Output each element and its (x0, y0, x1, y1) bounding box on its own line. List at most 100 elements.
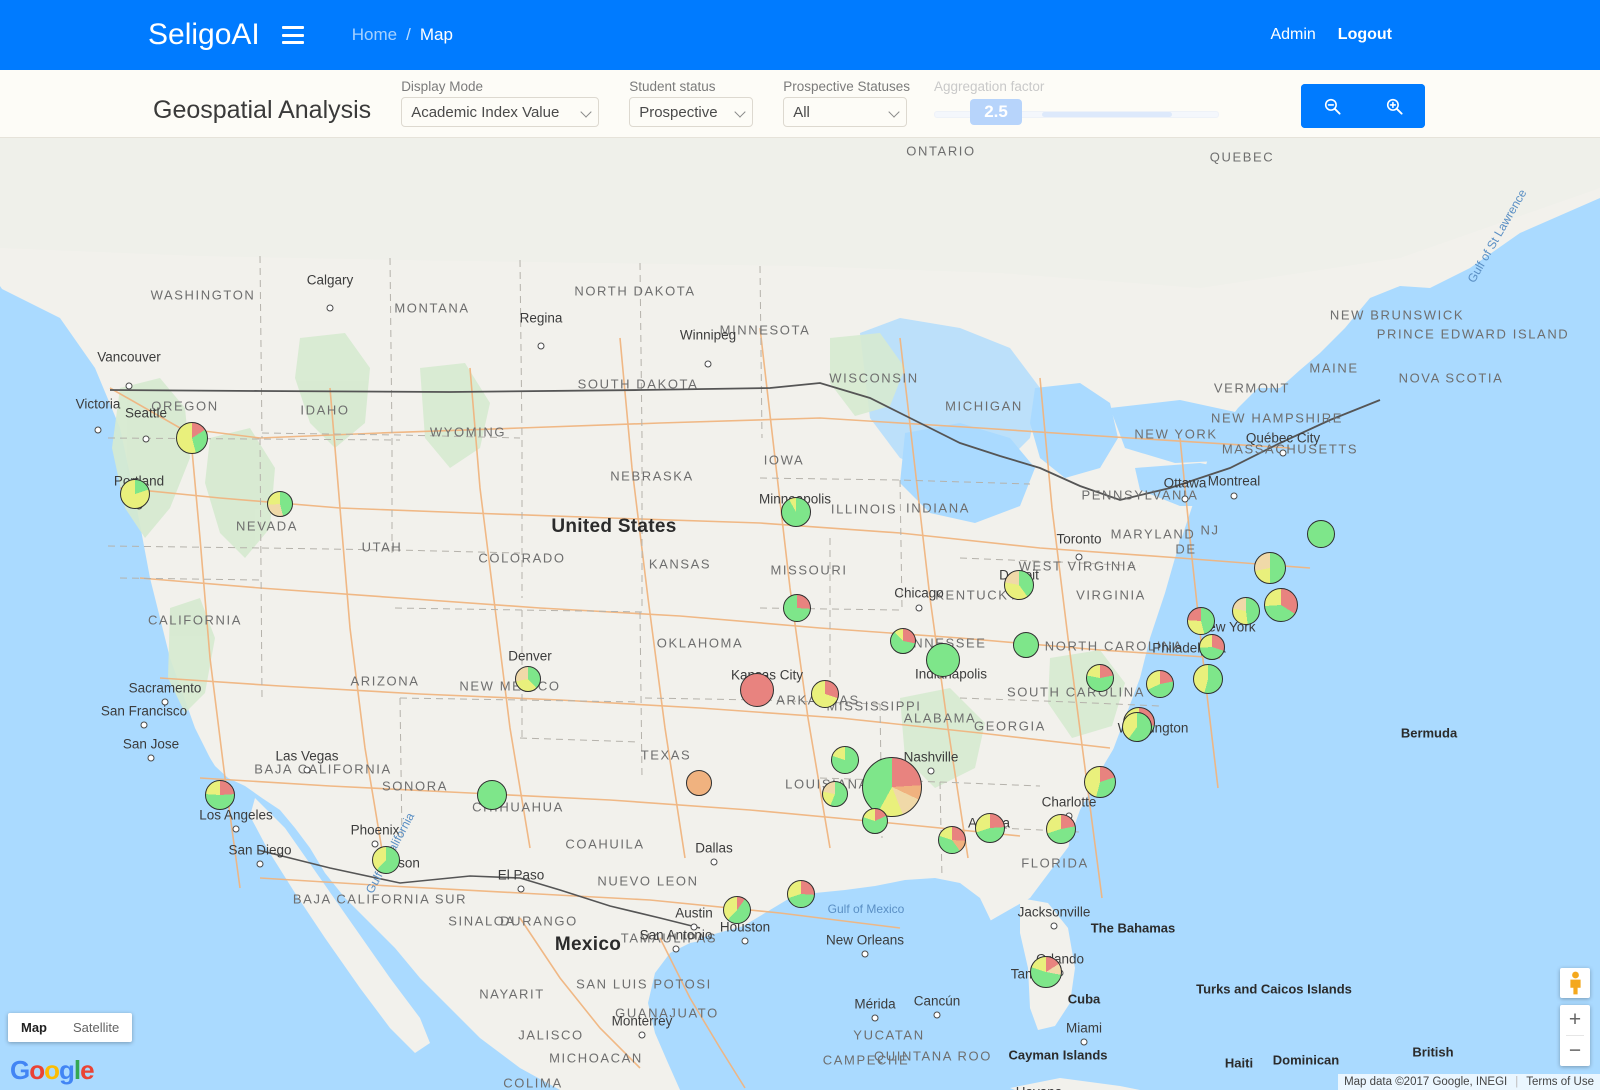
map-pie-marker[interactable] (1187, 607, 1215, 635)
attribution-text: Map data ©2017 Google, INEGI (1344, 1076, 1508, 1088)
map-pie-marker[interactable] (686, 770, 712, 796)
city-marker-dot (915, 604, 923, 612)
city-marker-dot (326, 304, 334, 312)
map-pie-marker[interactable] (205, 780, 235, 810)
map-pie-marker[interactable] (372, 846, 400, 874)
city-marker-dot (371, 840, 379, 848)
map-pie-marker[interactable] (1254, 552, 1286, 584)
map-zoom-out-button[interactable]: − (1560, 1036, 1590, 1066)
map-pie-marker[interactable] (477, 780, 507, 810)
city-marker-dot (871, 1014, 879, 1022)
map-pie-marker[interactable] (1013, 632, 1039, 658)
map-pie-marker[interactable] (1264, 588, 1298, 622)
city-marker-dot (861, 950, 869, 958)
map-pie-marker[interactable] (1199, 634, 1225, 660)
city-marker-dot (232, 825, 240, 833)
map-pie-marker[interactable] (740, 673, 774, 707)
map-pie-marker[interactable] (926, 643, 960, 677)
zoom-in-button[interactable] (1363, 84, 1426, 128)
city-marker-dot (927, 767, 935, 775)
map-pie-marker[interactable] (176, 422, 208, 454)
map-pie-marker[interactable] (811, 680, 839, 708)
city-marker-dot (710, 858, 718, 866)
city-marker-dot (1050, 922, 1058, 930)
map-pie-marker[interactable] (1084, 766, 1116, 798)
terms-of-use-link[interactable]: Terms of Use (1526, 1076, 1594, 1088)
aggregation-factor-label: Aggregation factor (934, 79, 1045, 94)
map-pie-marker[interactable] (1046, 814, 1076, 844)
city-marker-dot (690, 923, 698, 931)
map-pie-marker[interactable] (1004, 570, 1034, 600)
map-type-control[interactable]: Map Satellite (8, 1013, 133, 1042)
city-marker-dot (140, 721, 148, 729)
city-marker-dot (125, 382, 133, 390)
map-type-satellite[interactable]: Satellite (60, 1013, 132, 1042)
map-zoom-button-group (1301, 84, 1426, 128)
zoom-out-button[interactable] (1301, 84, 1364, 128)
city-marker-dot (933, 1011, 941, 1019)
map-pie-marker[interactable] (1146, 670, 1174, 698)
map-zoom-in-button[interactable]: + (1560, 1005, 1590, 1035)
slider-fill (1042, 112, 1173, 117)
city-marker-dot (1075, 553, 1083, 561)
display-mode-select[interactable]: Academic Index Value (401, 97, 600, 127)
map-pie-marker[interactable] (1030, 956, 1062, 988)
city-marker-dot (1181, 495, 1189, 503)
aggregation-factor-group: Aggregation factor 2.5 (934, 79, 1220, 127)
city-marker-dot (672, 945, 680, 953)
display-mode-label: Display Mode (401, 79, 483, 94)
city-marker-dot (1230, 492, 1238, 500)
map-attribution: Map data ©2017 Google, INEGI | Terms of … (1338, 1074, 1600, 1090)
city-marker-dot (142, 435, 150, 443)
map-pie-marker[interactable] (787, 880, 815, 908)
map-pie-marker[interactable] (783, 594, 811, 622)
city-marker-dot (741, 937, 749, 945)
prospective-statuses-label: Prospective Statuses (783, 79, 911, 94)
map-pie-marker[interactable] (831, 746, 859, 774)
city-marker-dot (256, 860, 264, 868)
aggregation-factor-slider[interactable]: 2.5 (934, 97, 1220, 127)
map-pie-marker[interactable] (938, 826, 966, 854)
map-pie-marker[interactable] (822, 781, 848, 807)
map-pie-marker[interactable] (1086, 664, 1114, 692)
prospective-statuses-select[interactable]: All (783, 97, 908, 127)
breadcrumb-current: Map (419, 25, 453, 44)
city-marker-dot (638, 1031, 646, 1039)
map-pie-marker[interactable] (1193, 664, 1223, 694)
street-view-pegman-icon[interactable] (1560, 968, 1590, 998)
map-pie-marker[interactable] (890, 628, 916, 654)
map-pie-marker[interactable] (267, 491, 293, 517)
city-marker-dot (537, 342, 545, 350)
map-pie-marker[interactable] (1122, 712, 1152, 742)
breadcrumb-separator: / (406, 25, 411, 44)
map-pie-marker[interactable] (1307, 520, 1335, 548)
map-pie-marker[interactable] (975, 813, 1005, 843)
map-pie-marker[interactable] (515, 666, 541, 692)
attribution-divider: | (1515, 1076, 1519, 1088)
breadcrumb-home[interactable]: Home (352, 25, 397, 45)
map-type-map[interactable]: Map (8, 1013, 60, 1042)
map-zoom-control[interactable]: + − (1560, 1005, 1590, 1066)
google-logo: Google (10, 1055, 95, 1085)
nav-user-area: Admin Logout (1270, 26, 1392, 44)
map-pie-marker[interactable] (1232, 597, 1260, 625)
city-marker-dot (161, 698, 169, 706)
slider-thumb[interactable]: 2.5 (970, 99, 1023, 125)
map-pie-marker[interactable] (781, 497, 811, 527)
city-marker-dot (1080, 1038, 1088, 1046)
search-minus-icon (1324, 98, 1341, 115)
map-pie-marker[interactable] (862, 808, 888, 834)
prospective-statuses-group: Prospective Statuses All (783, 79, 910, 127)
student-status-label: Student status (629, 79, 716, 94)
search-plus-icon (1386, 98, 1403, 115)
user-name[interactable]: Admin (1270, 26, 1315, 44)
breadcrumb: Home / Map (352, 25, 453, 45)
hamburger-icon[interactable] (281, 26, 304, 44)
map-viewport[interactable]: ONTARIO QUEBEC NEW BRUNSWICK PRINCE EDWARD … (0, 138, 1600, 1090)
student-status-select[interactable]: Prospective (629, 97, 754, 127)
logout-button[interactable]: Logout (1338, 26, 1392, 44)
filter-toolbar: Geospatial Analysis Display Mode Academi… (0, 70, 1600, 138)
map-pie-marker[interactable] (723, 896, 751, 924)
brand-logo[interactable]: SeligoAI (148, 20, 260, 50)
map-pie-marker[interactable] (120, 479, 150, 509)
